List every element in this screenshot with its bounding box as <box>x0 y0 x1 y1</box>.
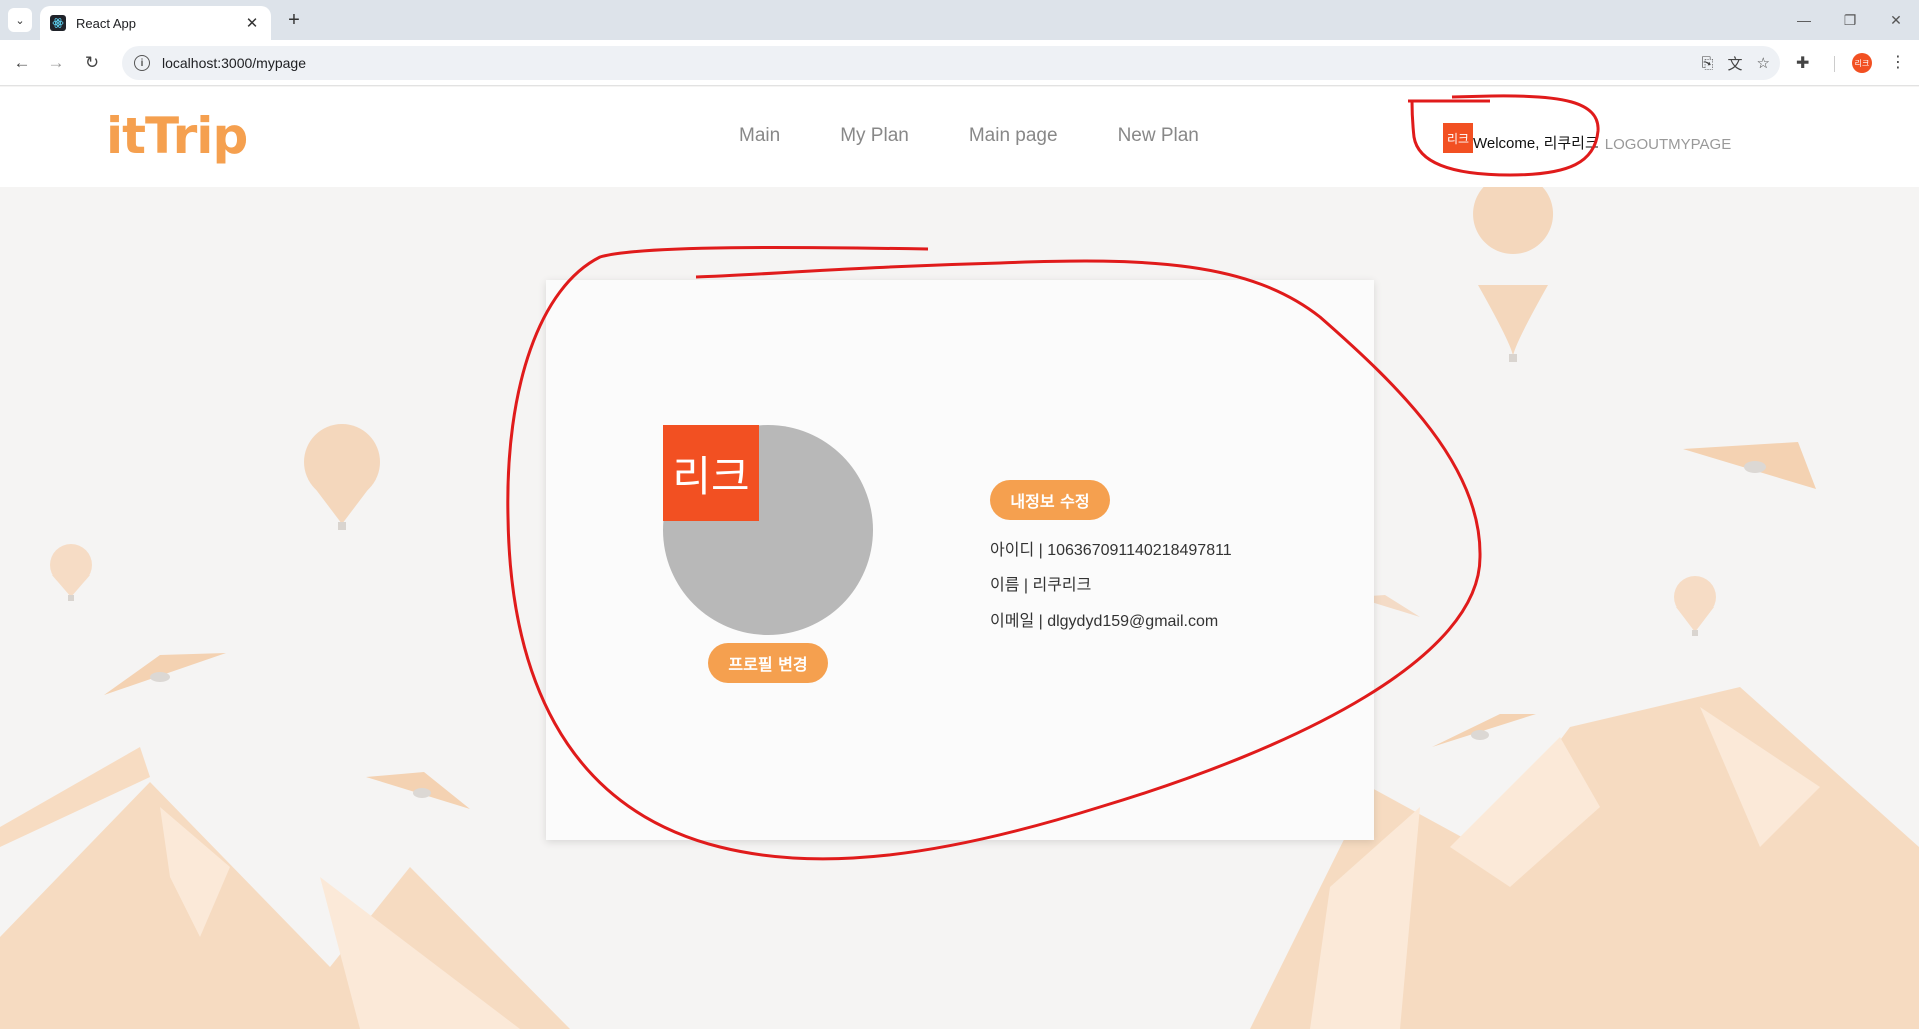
hot-air-balloon-icon <box>1674 576 1716 636</box>
profile-avatar: 리크 <box>663 425 759 521</box>
url-text[interactable]: localhost:3000/mypage <box>162 55 306 71</box>
close-window-icon[interactable]: ✕ <box>1873 0 1919 40</box>
tab-search-chevron-icon[interactable]: ⌄ <box>8 8 32 32</box>
hang-glider-icon <box>1432 714 1536 747</box>
bookmark-star-icon[interactable]: ☆ <box>1757 54 1770 72</box>
nav-link-main-page[interactable]: Main page <box>969 125 1058 147</box>
address-bar[interactable]: i localhost:3000/mypage ⎘ 文 ☆ <box>122 46 1780 80</box>
page-viewport: itTrip Main My Plan Main page New Plan 리… <box>0 87 1919 1029</box>
user-menu: 리크 Welcome, 리쿠리크 LOGOUT MYPAGE <box>1443 123 1731 153</box>
extensions-puzzle-icon[interactable]: ✚ <box>1796 53 1809 73</box>
minimize-icon[interactable]: — <box>1781 0 1827 40</box>
change-profile-button[interactable]: 프로필 변경 <box>708 643 828 683</box>
tab-close-icon[interactable]: ✕ <box>243 14 261 32</box>
mypage-link[interactable]: MYPAGE <box>1668 136 1731 153</box>
user-email-text: 이메일 | dlgydyd159@gmail.com <box>990 613 1219 630</box>
browser-tab-bar: ⌄ React App ✕ + — ❐ ✕ <box>0 0 1919 40</box>
new-tab-plus-icon[interactable]: + <box>282 8 306 32</box>
edit-info-button[interactable]: 내정보 수정 <box>990 480 1110 520</box>
hang-glider-icon <box>1683 442 1816 489</box>
nav-link-main[interactable]: Main <box>739 125 780 147</box>
forward-arrow-icon[interactable]: → <box>42 49 70 77</box>
user-id-text: 아이디 | 106367091140218497811 <box>990 542 1232 559</box>
browser-profile-avatar[interactable]: 리크 <box>1852 53 1872 73</box>
browser-menu-icon[interactable]: ⋮ <box>1890 52 1906 72</box>
hang-glider-icon <box>366 772 470 809</box>
profile-card: 리크 프로필 변경 내정보 수정 아이디 | 10636709114021849… <box>546 280 1374 840</box>
hang-glider-icon <box>104 653 226 695</box>
logout-link[interactable]: LOGOUT <box>1605 136 1668 153</box>
site-info-icon[interactable]: i <box>134 55 150 71</box>
site-header: itTrip Main My Plan Main page New Plan 리… <box>0 87 1919 187</box>
translate-icon[interactable]: 文 <box>1728 53 1743 74</box>
restore-icon[interactable]: ❐ <box>1827 0 1873 40</box>
main-nav: Main My Plan Main page New Plan <box>739 125 1199 147</box>
hot-air-balloon-icon <box>50 544 92 601</box>
ittrip-logo[interactable]: itTrip <box>106 107 248 165</box>
install-app-icon[interactable]: ⎘ <box>1702 55 1714 72</box>
mountain-shape <box>0 782 570 1029</box>
header-user-avatar: 리크 <box>1443 123 1473 153</box>
welcome-text: Welcome, 리쿠리크 <box>1473 135 1599 152</box>
user-name-text: 이름 | 리쿠리크 <box>990 577 1092 594</box>
back-arrow-icon[interactable]: ← <box>8 49 36 77</box>
nav-link-new-plan[interactable]: New Plan <box>1118 125 1199 147</box>
browser-tab[interactable]: React App ✕ <box>40 6 271 40</box>
reload-icon[interactable]: ↻ <box>78 49 106 77</box>
browser-toolbar: ← → ↻ i localhost:3000/mypage ⎘ 文 ☆ ✚ 리크… <box>0 40 1919 86</box>
nav-link-my-plan[interactable]: My Plan <box>840 125 909 147</box>
hot-air-balloon-icon <box>304 424 380 530</box>
hot-air-balloon-icon <box>1473 174 1554 362</box>
window-controls: — ❐ ✕ <box>1781 0 1919 40</box>
toolbar-divider <box>1834 56 1835 72</box>
react-favicon-icon <box>50 15 66 31</box>
tab-title: React App <box>76 15 136 31</box>
